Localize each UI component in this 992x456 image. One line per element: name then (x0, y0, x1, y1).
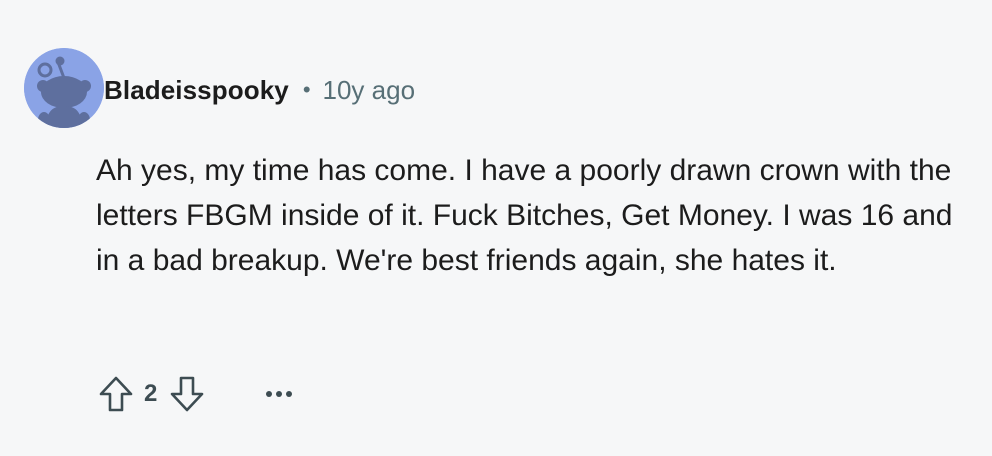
author-username[interactable]: Bladeisspooky (104, 75, 289, 106)
downvote-button[interactable] (167, 374, 207, 414)
meta-separator: • (302, 77, 311, 102)
comment: Bladeisspooky • 10y ago Ah yes, my time … (0, 0, 992, 456)
upvote-button[interactable] (96, 374, 136, 414)
comment-header: Bladeisspooky • 10y ago (104, 70, 415, 110)
snoo-avatar-icon (24, 48, 104, 128)
comment-timestamp[interactable]: 10y ago (323, 75, 416, 106)
comment-body: Ah yes, my time has come. I have a poorl… (96, 154, 953, 277)
more-options-button[interactable] (259, 374, 299, 414)
user-avatar[interactable] (24, 48, 104, 128)
comment-actions: 2 (96, 372, 299, 416)
arrow-down-outline-icon (171, 376, 204, 412)
ellipsis-horizontal-icon (266, 391, 293, 397)
arrow-up-outline-icon (99, 376, 133, 412)
vote-score: 2 (144, 380, 158, 407)
